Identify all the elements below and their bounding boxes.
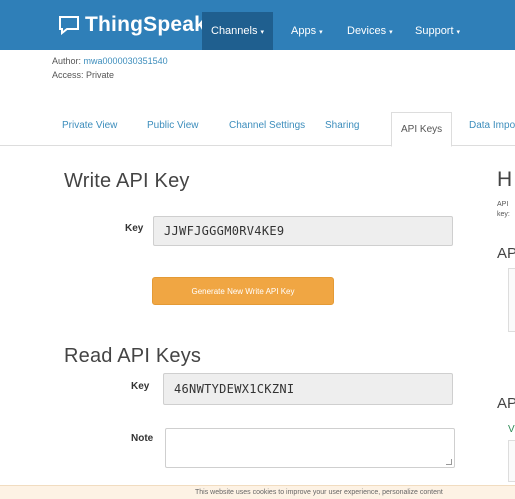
generate-write-key-button[interactable]: Generate New Write API Key xyxy=(152,277,334,305)
help-text-line1: API xyxy=(497,201,509,208)
chevron-down-icon: ▾ xyxy=(319,29,323,36)
nav-devices[interactable]: Devices ▾ xyxy=(338,12,402,50)
nav-channels-label: Channels xyxy=(211,25,258,37)
chevron-down-icon: ▾ xyxy=(389,29,393,36)
help-text-line2: key: xyxy=(497,211,510,218)
chevron-down-icon: ▾ xyxy=(456,29,461,36)
help-link[interactable]: V xyxy=(508,424,515,435)
note-textarea[interactable] xyxy=(165,428,455,468)
read-api-key-field[interactable]: 46NWTYDEWX1CKZNI xyxy=(163,373,453,405)
write-api-key-field[interactable]: JJWFJGGGM0RV4KE9 xyxy=(153,216,453,246)
speech-bubble-icon xyxy=(58,15,80,35)
help-subheading-1: AP xyxy=(497,245,515,262)
read-key-label: Key xyxy=(131,381,150,392)
nav-channels[interactable]: Channels ▾ xyxy=(202,12,273,50)
help-heading: H xyxy=(497,168,513,191)
author-link[interactable]: mwa0000030351540 xyxy=(84,56,168,66)
nav-apps[interactable]: Apps ▾ xyxy=(282,12,332,50)
channel-author: Author: mwa0000030351540 xyxy=(52,56,168,66)
resize-handle-icon[interactable] xyxy=(446,459,452,465)
nav-support[interactable]: Support ▾ xyxy=(406,12,469,50)
tab-data-import[interactable]: Data Impo xyxy=(469,120,515,131)
channel-tabs: Private View Public View Channel Setting… xyxy=(0,112,515,147)
tab-sharing[interactable]: Sharing xyxy=(325,120,359,131)
write-key-label: Key xyxy=(125,223,144,234)
read-api-keys-heading: Read API Keys xyxy=(64,345,202,367)
nav-support-label: Support xyxy=(415,25,454,37)
nav-apps-label: Apps xyxy=(291,25,317,37)
tab-channel-settings[interactable]: Channel Settings xyxy=(229,120,305,131)
chevron-down-icon: ▾ xyxy=(260,29,264,36)
brand-logo[interactable]: ThingSpeak ™ xyxy=(58,12,216,38)
tab-api-keys[interactable]: API Keys xyxy=(391,112,453,147)
help-subheading-2: AP xyxy=(497,395,515,412)
author-label: Author: xyxy=(52,56,82,66)
brand-name: ThingSpeak xyxy=(85,13,207,36)
top-navbar: ThingSpeak ™ Channels▾ Apps▾ Devices▾ Su… xyxy=(0,0,515,50)
note-label: Note xyxy=(131,433,154,444)
cookie-notice: This website uses cookies to improve you… xyxy=(0,485,515,499)
help-box-1 xyxy=(508,268,515,332)
channel-access: Access: Private xyxy=(52,70,115,80)
help-box-2 xyxy=(508,440,515,482)
tab-public-view[interactable]: Public View xyxy=(147,120,199,131)
tab-private-view[interactable]: Private View xyxy=(62,120,117,131)
nav-devices-label: Devices xyxy=(347,25,387,37)
write-api-key-heading: Write API Key xyxy=(64,170,190,192)
